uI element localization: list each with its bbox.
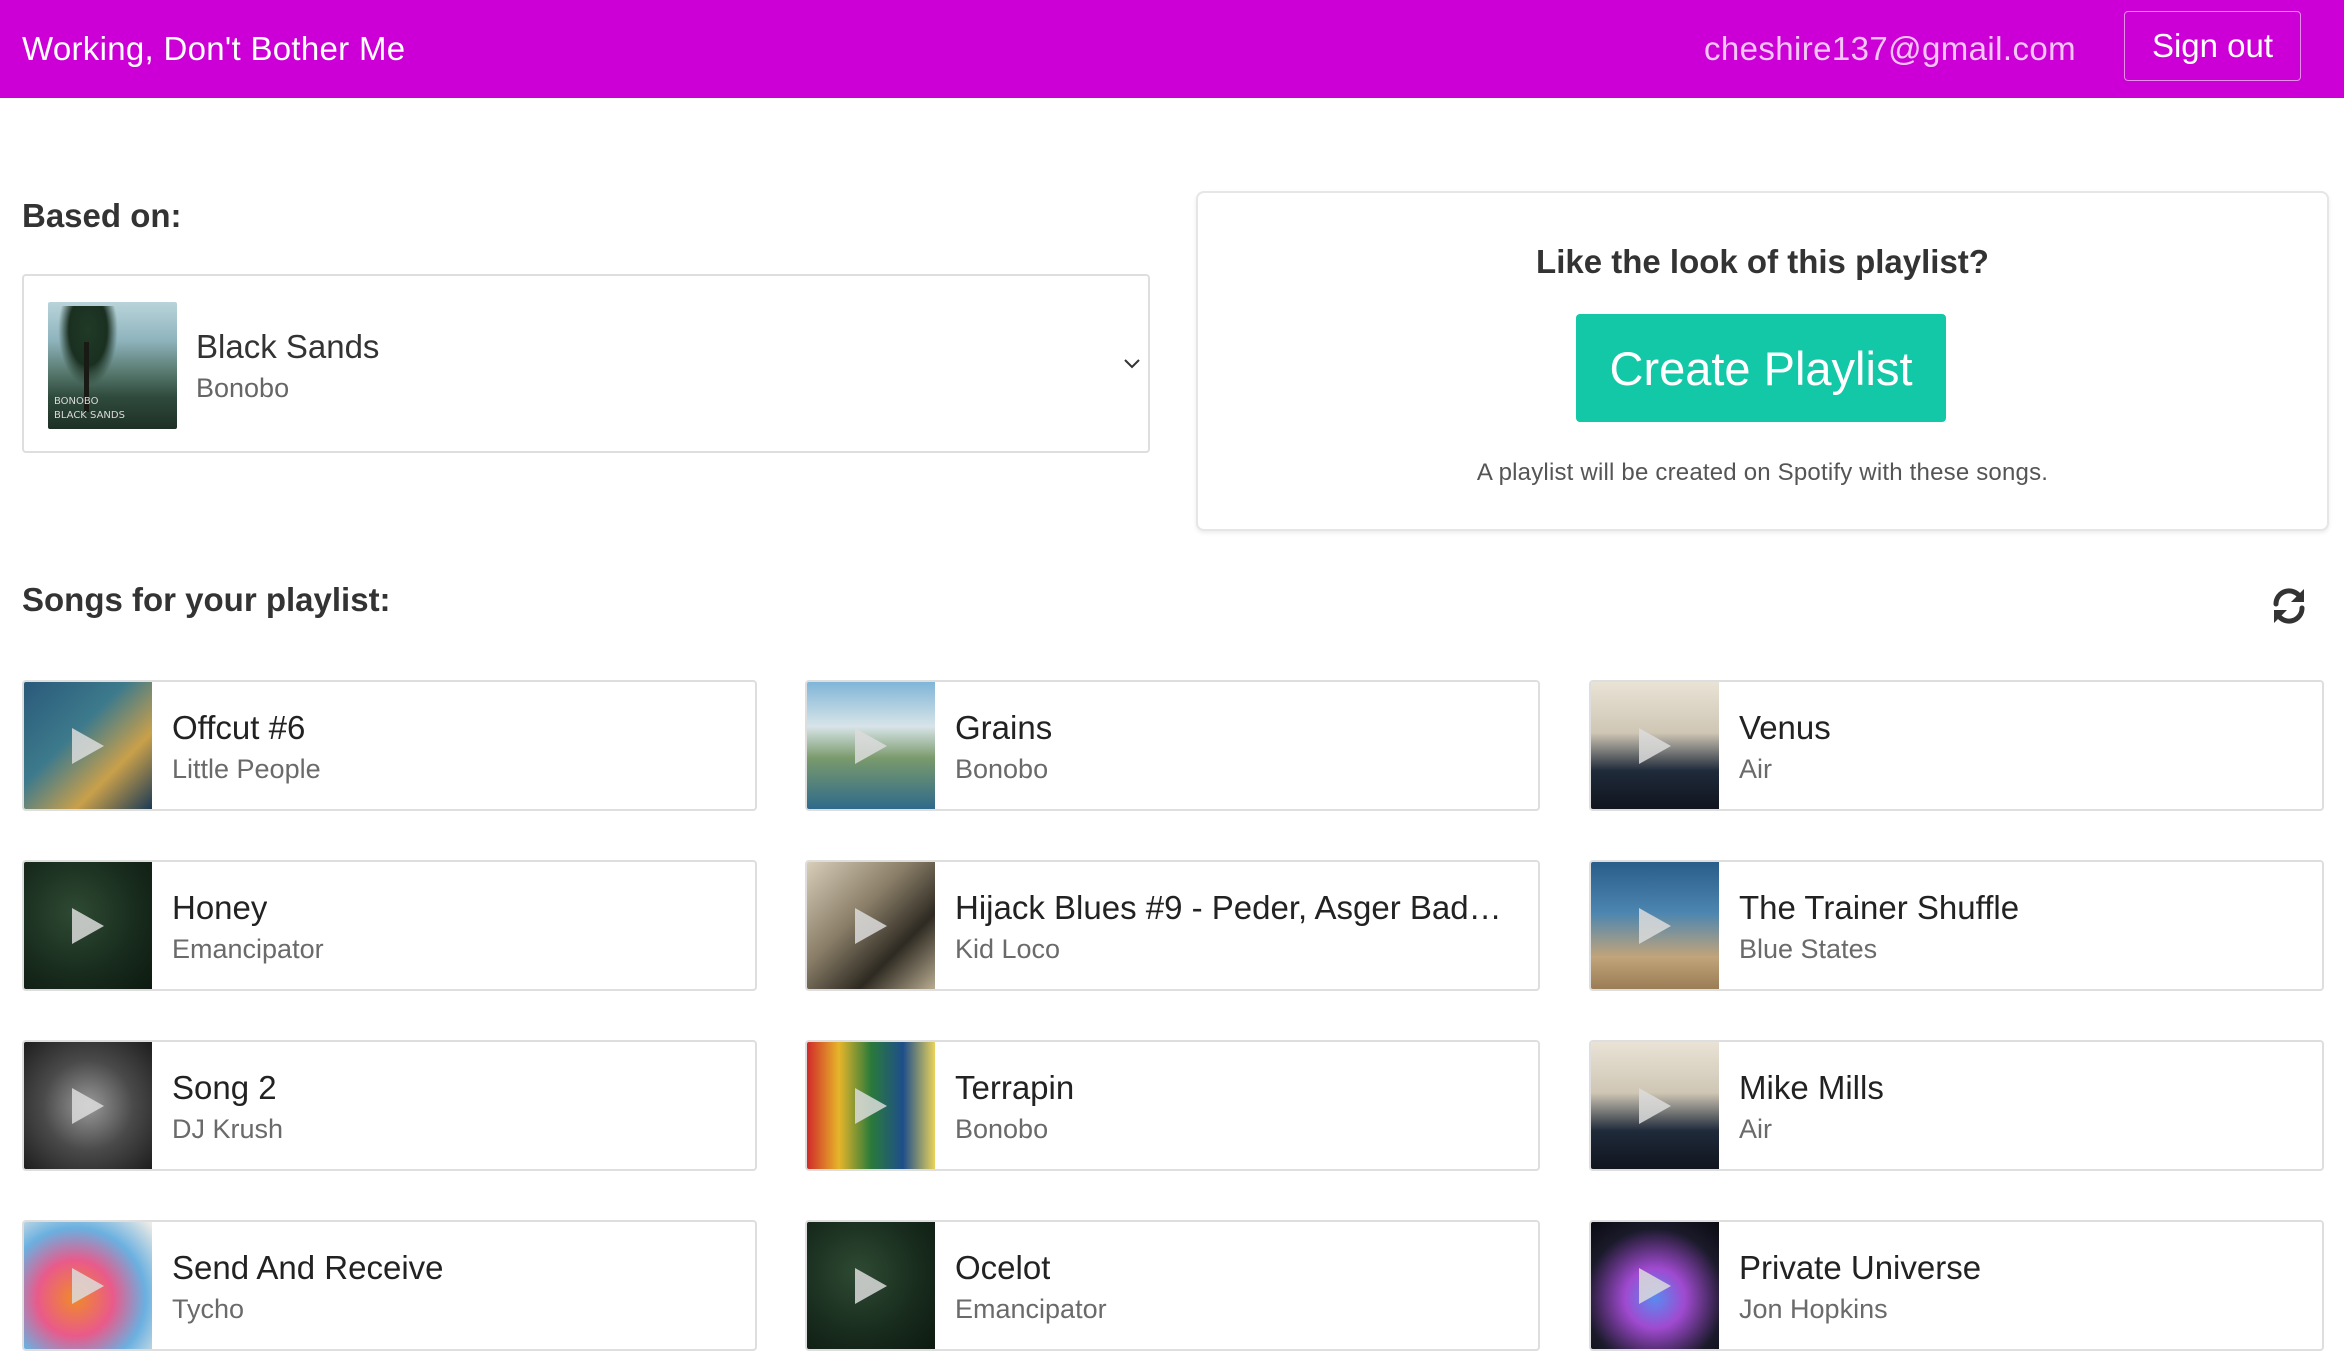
song-title: Mike Mills <box>1739 1069 1884 1106</box>
play-icon[interactable] <box>1637 726 1673 766</box>
song-title: Terrapin <box>955 1069 1075 1106</box>
app-title[interactable]: Working, Don't Bother Me <box>22 0 405 98</box>
song-card[interactable]: Offcut #6 Little People <box>22 680 757 811</box>
refresh-icon[interactable] <box>2268 585 2310 627</box>
song-card[interactable]: Send And Receive Tycho <box>22 1220 757 1351</box>
song-artist: Air <box>1739 754 1772 784</box>
play-icon[interactable] <box>1637 906 1673 946</box>
song-card[interactable]: Venus Air <box>1589 680 2324 811</box>
seed-track-title: Black Sands <box>196 328 380 365</box>
create-playlist-button[interactable]: Create Playlist <box>1576 314 1946 422</box>
song-card[interactable]: The Trainer Shuffle Blue States <box>1589 860 2324 991</box>
play-icon[interactable] <box>70 1086 106 1126</box>
chevron-down-icon[interactable] <box>1122 354 1142 374</box>
seed-track-select[interactable]: BONOBO BLACK SANDS Black Sands Bonobo <box>22 274 1150 453</box>
cover-caption-artist: BONOBO <box>54 396 99 407</box>
album-cover: BONOBO BLACK SANDS <box>48 302 177 429</box>
user-email: cheshire137@gmail.com <box>1703 30 2076 67</box>
seed-track-artist: Bonobo <box>196 373 290 403</box>
song-card[interactable]: Ocelot Emancipator <box>805 1220 1540 1351</box>
song-card[interactable]: Terrapin Bonobo <box>805 1040 1540 1171</box>
song-title: The Trainer Shuffle <box>1739 889 2020 926</box>
based-on-label: Based on: <box>22 197 182 234</box>
song-artist: Air <box>1739 1114 1772 1144</box>
play-icon[interactable] <box>853 726 889 766</box>
songs-section-label: Songs for your playlist: <box>22 581 391 618</box>
play-icon[interactable] <box>853 1266 889 1306</box>
song-artist: Kid Loco <box>955 934 1061 964</box>
song-title: Grains <box>955 709 1053 746</box>
top-navbar: Working, Don't Bother Me cheshire137@gma… <box>0 0 2344 98</box>
song-card[interactable]: Private Universe Jon Hopkins <box>1589 1220 2324 1351</box>
song-artist: DJ Krush <box>172 1114 284 1144</box>
cta-heading: Like the look of this playlist? <box>1536 243 1989 280</box>
play-icon[interactable] <box>853 906 889 946</box>
song-card[interactable]: Mike Mills Air <box>1589 1040 2324 1171</box>
song-title: Private Universe <box>1739 1249 1982 1286</box>
cover-caption-album: BLACK SANDS <box>54 410 125 421</box>
song-title: Venus <box>1739 709 1831 746</box>
cta-note: A playlist will be created on Spotify wi… <box>1476 459 2049 486</box>
song-artist: Emancipator <box>172 934 324 964</box>
song-artist: Little People <box>172 754 321 784</box>
song-artist: Bonobo <box>955 1114 1049 1144</box>
play-icon[interactable] <box>70 906 106 946</box>
play-icon[interactable] <box>853 1086 889 1126</box>
song-artist: Blue States <box>1739 934 1878 964</box>
play-icon[interactable] <box>70 1266 106 1306</box>
song-title: Song 2 <box>172 1069 277 1106</box>
song-card[interactable]: Grains Bonobo <box>805 680 1540 811</box>
song-card[interactable]: Hijack Blues #9 - Peder, Asger Bad… Kid … <box>805 860 1540 991</box>
create-playlist-card: Like the look of this playlist? Create P… <box>1196 191 2329 531</box>
sign-out-button[interactable]: Sign out <box>2124 11 2301 81</box>
play-icon[interactable] <box>1637 1266 1673 1306</box>
song-artist: Bonobo <box>955 754 1049 784</box>
song-title: Hijack Blues #9 - Peder, Asger Bad… <box>955 889 1502 926</box>
song-title: Ocelot <box>955 1249 1051 1286</box>
play-icon[interactable] <box>1637 1086 1673 1126</box>
play-icon[interactable] <box>70 726 106 766</box>
song-title: Send And Receive <box>172 1249 444 1286</box>
song-card[interactable]: Song 2 DJ Krush <box>22 1040 757 1171</box>
song-card[interactable]: Honey Emancipator <box>22 860 757 991</box>
song-title: Honey <box>172 889 268 926</box>
song-title: Offcut #6 <box>172 709 306 746</box>
